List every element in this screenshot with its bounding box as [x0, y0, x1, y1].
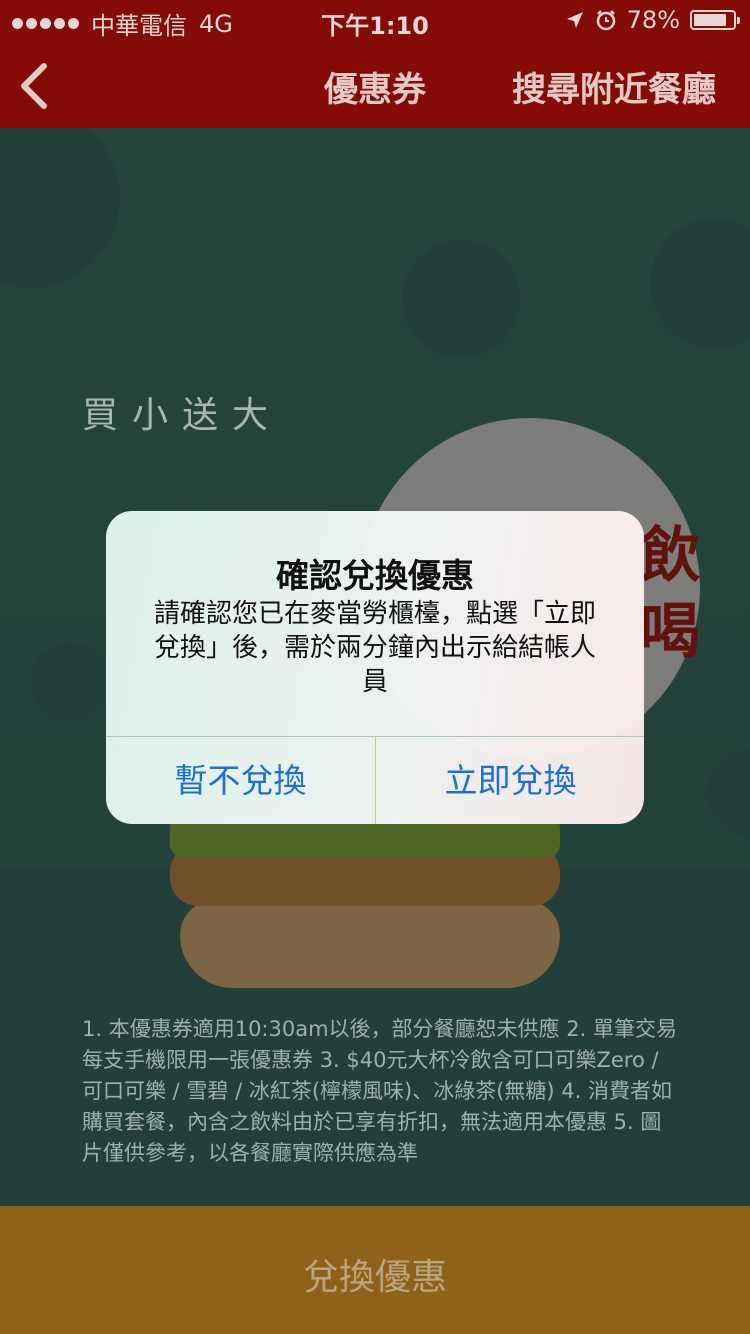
status-right: 78% — [565, 6, 740, 34]
promo-text: 飲 喝 — [640, 521, 700, 667]
decor-circle — [650, 218, 750, 348]
nav-bar: 優惠券 搜尋附近餐廳 — [0, 40, 750, 128]
decor-circle — [0, 128, 120, 288]
battery-percent: 78% — [626, 6, 680, 34]
search-nearby-restaurants-button[interactable]: 搜尋附近餐廳 — [512, 62, 716, 111]
decor-circle — [30, 642, 110, 722]
cancel-redeem-button[interactable]: 暫不兌換 — [106, 737, 375, 824]
coupon-terms: 1. 本優惠券適用10:30am以後，部分餐廳恕未供應 2. 單筆交易每支手機限… — [82, 1017, 677, 1165]
alert-message: 請確認您已在麥當勞櫃檯，點選「立即兌換」後，需於兩分鐘內出示給結帳人員 — [153, 599, 596, 697]
alert-title: 確認兌換優惠 — [276, 556, 474, 595]
alarm-icon — [596, 10, 615, 31]
decor-circle — [402, 240, 520, 358]
battery-icon — [690, 10, 740, 30]
status-bar: 中華電信 4G 下午1:10 78% — [0, 0, 750, 40]
coupon-headline: 買小送大 — [82, 395, 283, 436]
confirm-redeem-alert: 確認兌換優惠 請確認您已在麥當勞櫃檯，點選「立即兌換」後，需於兩分鐘內出示給結帳… — [106, 511, 644, 824]
confirm-redeem-button[interactable]: 立即兌換 — [376, 737, 644, 824]
burger-image — [170, 818, 570, 998]
location-arrow-icon — [566, 12, 583, 28]
decor-circle — [706, 748, 750, 838]
redeem-bar[interactable]: 兌換優惠 — [0, 1206, 750, 1334]
